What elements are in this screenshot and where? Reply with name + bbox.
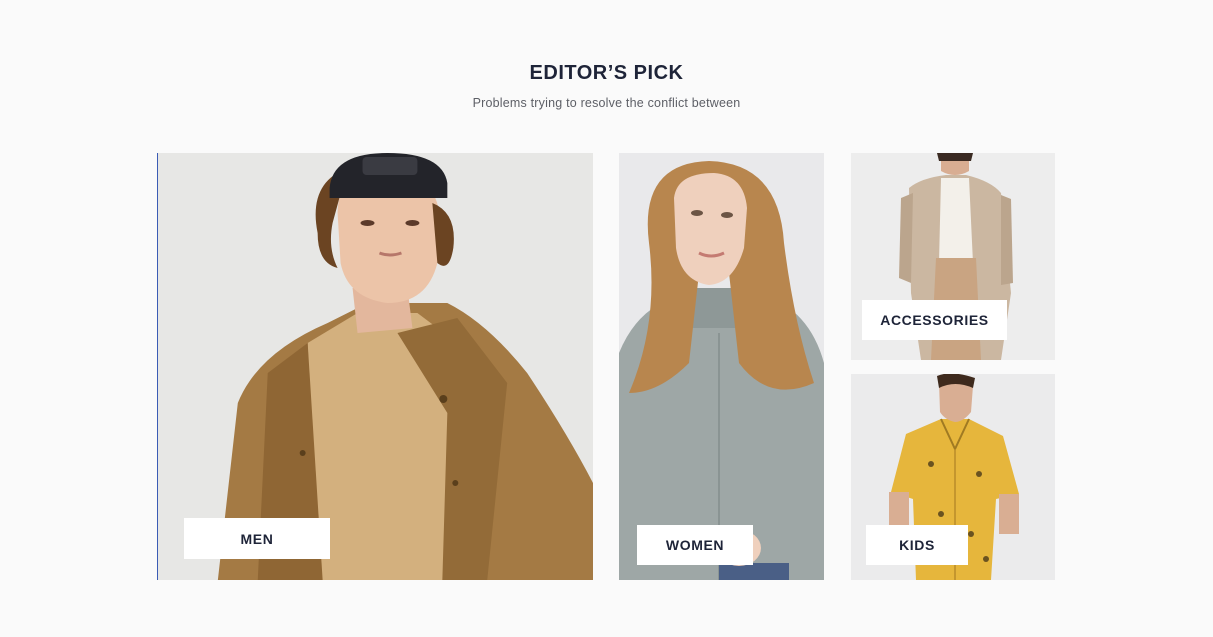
men-category-image — [158, 153, 593, 580]
category-card-women[interactable]: WOMEN — [619, 153, 824, 580]
category-card-men[interactable]: MEN — [157, 153, 593, 580]
accessories-category-label[interactable]: ACCESSORIES — [862, 300, 1007, 340]
editors-pick-section: EDITOR’S PICK Problems trying to resolve… — [0, 0, 1213, 637]
section-title: EDITOR’S PICK — [529, 62, 684, 84]
men-category-label[interactable]: MEN — [184, 518, 330, 559]
category-card-kids[interactable]: KIDS — [851, 374, 1055, 580]
kids-category-label[interactable]: KIDS — [866, 525, 968, 565]
category-card-accessories[interactable]: ACCESSORIES — [851, 153, 1055, 360]
section-subtitle: Problems trying to resolve the conflict … — [472, 96, 741, 110]
women-category-label[interactable]: WOMEN — [637, 525, 753, 565]
women-category-image — [619, 153, 824, 580]
